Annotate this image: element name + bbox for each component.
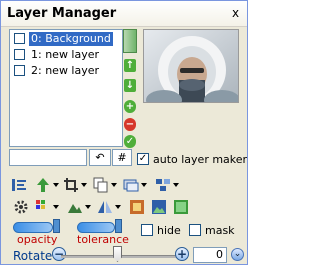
hide-label: hide: [157, 224, 181, 237]
arrange-dropdown-icon[interactable]: [173, 183, 179, 187]
move-up-icon[interactable]: ↑: [124, 59, 136, 72]
opacity-label: opacity: [17, 233, 58, 246]
hide-checkbox[interactable]: [141, 224, 153, 236]
align-icon[interactable]: [11, 177, 27, 193]
gear-icon[interactable]: [13, 199, 29, 215]
rotate-plus-button[interactable]: +: [175, 247, 189, 261]
layer-preview-image: [143, 29, 239, 103]
layer-visibility-checkbox-0[interactable]: [14, 33, 25, 44]
rotate-slider-thumb[interactable]: [113, 246, 122, 262]
expand-icon[interactable]: ⌄: [231, 248, 244, 261]
mirror-icon[interactable]: [97, 199, 113, 215]
layer-row-1[interactable]: 1: new layer: [14, 48, 120, 63]
confirm-icon[interactable]: ✓: [124, 135, 136, 148]
add-layer-icon[interactable]: +: [124, 100, 136, 113]
layer-manager-window: Layer Manager x 0: Background 1: new lay…: [0, 0, 248, 265]
layer-list-scrollbar[interactable]: [123, 29, 137, 53]
toolbar-row-2: [11, 199, 239, 217]
picture-icon[interactable]: [151, 199, 167, 215]
title-bar: Layer Manager x: [1, 1, 247, 27]
rotate-label: Rotate: [13, 249, 53, 263]
hash-button[interactable]: #: [112, 149, 132, 166]
terrain-dropdown-icon[interactable]: [85, 205, 91, 209]
terrain-icon[interactable]: [67, 199, 83, 215]
crop-dropdown-icon[interactable]: [81, 183, 87, 187]
grid-dropdown-icon[interactable]: [53, 205, 59, 209]
copy-icon[interactable]: [93, 177, 109, 193]
layer-row-0[interactable]: 0: Background: [14, 32, 120, 47]
layer-name-input[interactable]: [9, 149, 87, 166]
layer-visibility-checkbox-2[interactable]: [14, 65, 25, 76]
crop-icon[interactable]: [63, 177, 79, 193]
layer-label-1: 1: new layer: [31, 48, 100, 61]
rotate-minus-button[interactable]: −: [52, 247, 66, 261]
toolbar-row-1: [11, 177, 239, 195]
tolerance-slider[interactable]: [77, 222, 115, 233]
flip-icon[interactable]: [35, 177, 51, 193]
auto-layer-maker-checkbox[interactable]: ✓: [137, 153, 149, 165]
arrange-icon[interactable]: [155, 177, 171, 193]
auto-layer-maker-label: auto layer maker: [153, 153, 248, 166]
layer-color-icon[interactable]: [173, 199, 189, 215]
crop-frame-icon[interactable]: [129, 199, 145, 215]
layer-label-0: 0: Background: [29, 32, 113, 46]
move-down-icon[interactable]: ↓: [124, 79, 136, 92]
close-button[interactable]: x: [228, 6, 243, 20]
tolerance-slider-knob[interactable]: [115, 219, 122, 233]
flip-dropdown-icon[interactable]: [53, 183, 59, 187]
remove-layer-icon[interactable]: −: [124, 118, 136, 131]
mask-label: mask: [205, 224, 235, 237]
merge-dropdown-icon[interactable]: [141, 183, 147, 187]
undo-button[interactable]: ↶: [89, 149, 111, 166]
layer-label-2: 2: new layer: [31, 64, 100, 77]
window-title: Layer Manager: [7, 6, 117, 21]
mirror-dropdown-icon[interactable]: [115, 205, 121, 209]
rotate-value-input[interactable]: 0: [193, 247, 227, 263]
opacity-slider[interactable]: [13, 222, 53, 233]
preview-photo: [144, 30, 238, 102]
grid-icon[interactable]: [35, 199, 51, 215]
mask-checkbox[interactable]: [189, 224, 201, 236]
tolerance-label: tolerance: [77, 233, 129, 246]
layer-list[interactable]: 0: Background 1: new layer 2: new layer: [9, 29, 123, 147]
rotate-slider-track[interactable]: [61, 255, 183, 258]
opacity-slider-knob[interactable]: [53, 219, 60, 233]
layer-row-2[interactable]: 2: new layer: [14, 64, 120, 79]
merge-icon[interactable]: [123, 177, 139, 193]
copy-dropdown-icon[interactable]: [111, 183, 117, 187]
layer-visibility-checkbox-1[interactable]: [14, 49, 25, 60]
